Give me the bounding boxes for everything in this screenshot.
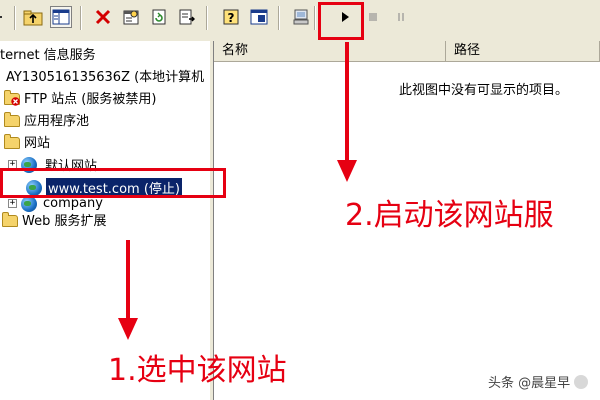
tree-node-ftp-sites[interactable]: FTP 站点 (服务被禁用) [4,87,156,108]
toolbar-separator [14,6,16,30]
folder-icon [2,211,18,228]
refresh-button[interactable] [148,6,170,28]
tree-node-websites[interactable]: 网站 [4,131,50,152]
empty-view-message: 此视图中没有可显示的项目。 [399,83,569,98]
stop-icon [369,13,377,21]
tree-node-label: 应用程序池 [24,114,90,129]
toolbar: ? [0,0,600,42]
tree-node-label: Web 服务扩展 [22,214,107,229]
column-header-name[interactable]: 名称 [214,41,446,61]
show-hide-tree-button[interactable] [50,6,72,28]
expand-plus-icon[interactable]: + [8,199,17,208]
export-list-button[interactable] [176,6,198,28]
list-header: 名称 路径 [214,41,600,62]
toolbar-separator [314,6,316,30]
tree-node-label: AY130516135636Z (本地计算机 [6,70,205,85]
tree-node-web-extensions[interactable]: Web 服务扩展 [2,209,106,230]
folder-icon [4,111,20,128]
pause-button[interactable] [390,6,412,28]
ftp-folder-disabled-icon [4,89,20,106]
properties-icon [123,10,139,25]
tree-node-label: FTP 站点 (服务被禁用) [24,92,157,107]
step-2-annotation: 2.启动该网站服 [345,198,554,233]
computer-icon [293,9,309,25]
server-button[interactable] [290,6,312,28]
refresh-icon [152,9,166,25]
help-button[interactable]: ? [220,6,242,28]
arrow-to-start-head [337,160,357,182]
svg-text:?: ? [228,11,235,25]
tree-node-app-pools[interactable]: 应用程序池 [4,109,89,130]
delete-button[interactable] [92,6,114,28]
console-window-button[interactable] [248,6,270,28]
tree-pane-icon [52,9,70,25]
folder-icon [4,133,20,150]
toolbar-separator [80,6,82,30]
watermark-avatar-icon [574,374,589,389]
arrow-to-start-shaft [345,42,349,162]
up-folder-button[interactable] [22,6,44,28]
toolbar-separator [206,6,208,30]
column-header-path[interactable]: 路径 [446,41,600,61]
step-1-annotation: 1.选中该网站 [108,353,287,388]
watermark-text: 头条 @晨星早 [488,376,571,391]
pause-icon [398,13,404,21]
export-list-icon [179,9,195,25]
window-icon [250,9,268,25]
toolbar-separator [278,6,280,30]
back-icon[interactable] [0,6,10,28]
stop-button[interactable] [362,6,384,28]
properties-button[interactable] [120,6,142,28]
tree-node-iis-root[interactable]: ternet 信息服务 [0,43,96,64]
highlight-start-button [318,2,364,40]
arrow-to-site-head [118,318,138,340]
arrow-to-site-shaft [126,240,130,322]
tree-node-label: 网站 [24,136,51,151]
tree-node-label: ternet 信息服务 [0,48,96,63]
delete-x-icon [95,9,111,25]
watermark: 头条 @晨星早 [488,372,589,391]
highlight-selected-site [0,168,226,198]
help-icon: ? [223,9,239,25]
up-folder-icon [23,10,43,26]
tree-node-computer[interactable]: AY130516135636Z (本地计算机 [6,65,204,86]
